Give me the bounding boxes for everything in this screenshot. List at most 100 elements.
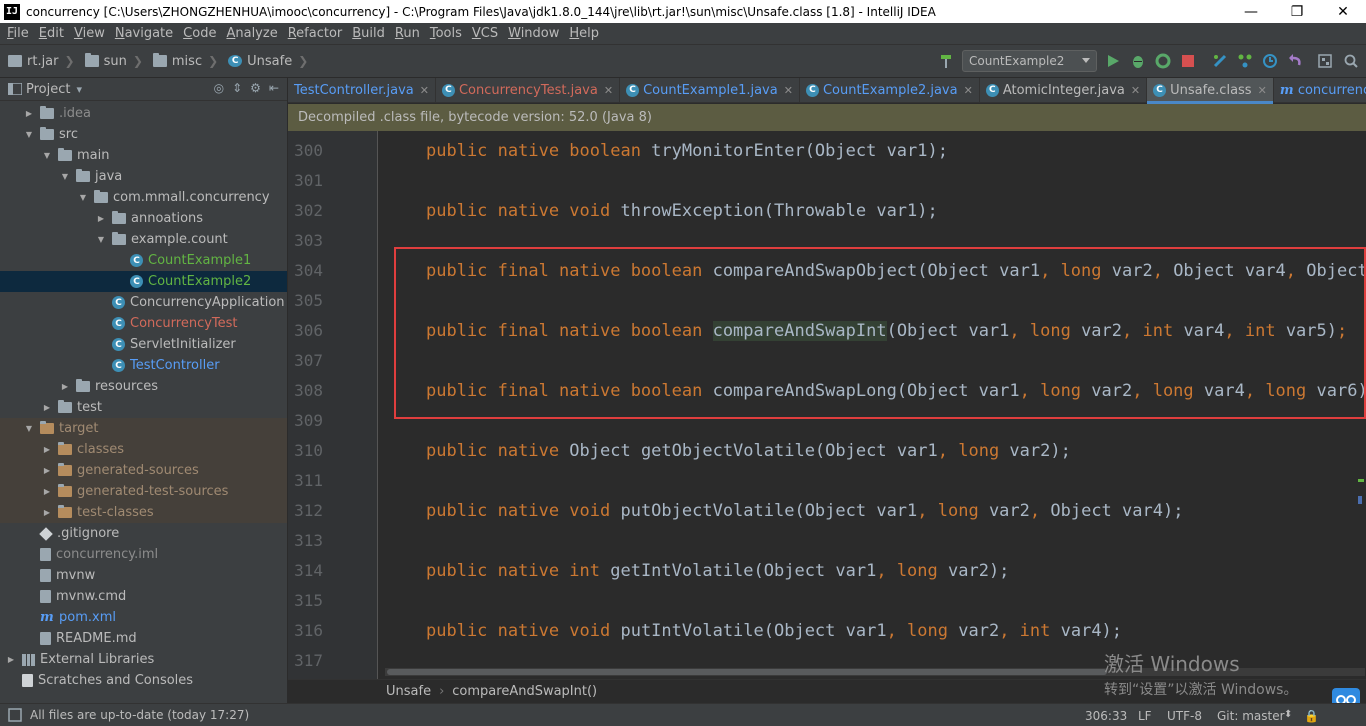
editor-crumb-method[interactable]: compareAndSwapInt() <box>452 684 597 699</box>
tree-item[interactable]: ▼ src <box>0 124 287 145</box>
tree-item[interactable]: ▼ com.mmall.concurrency <box>0 187 287 208</box>
vcs-history-icon[interactable] <box>1262 53 1278 69</box>
chevron-right-icon[interactable]: ▶ <box>42 487 52 496</box>
build-hammer-icon[interactable] <box>938 53 954 69</box>
breadcrumb-misc[interactable]: misc <box>152 53 202 69</box>
run-configuration-select[interactable]: CountExample2 <box>962 50 1097 72</box>
vcs-branch[interactable]: Git: master <box>1217 709 1285 723</box>
tree-item[interactable]: Scratches and Consoles <box>0 670 287 691</box>
file-encoding[interactable]: UTF-8 <box>1167 709 1202 723</box>
locate-target-icon[interactable]: ◎ <box>214 81 224 95</box>
caret-position[interactable]: 306:33 <box>1085 709 1127 723</box>
editor-crumb-class[interactable]: Unsafe <box>386 684 431 699</box>
menu-refactor[interactable]: Refactor <box>283 26 348 41</box>
menu-view[interactable]: View <box>69 26 110 41</box>
tab-testcontroller-java[interactable]: TestController.java ✕ <box>288 77 436 103</box>
chevron-down-icon[interactable]: ▼ <box>60 172 70 181</box>
menu-code[interactable]: Code <box>178 26 221 41</box>
tree-item[interactable]: C CountExample2 <box>0 271 287 292</box>
project-structure-icon[interactable] <box>1317 53 1333 69</box>
search-everywhere-icon[interactable] <box>1343 53 1359 69</box>
tree-item[interactable]: C ConcurrencyApplication <box>0 292 287 313</box>
revert-icon[interactable] <box>1287 53 1303 69</box>
maximize-button[interactable]: ❐ <box>1274 0 1320 23</box>
chevron-right-icon[interactable]: ▶ <box>42 508 52 517</box>
menu-file[interactable]: File <box>2 26 34 41</box>
gear-icon[interactable]: ⚙ <box>250 81 261 95</box>
breadcrumb-rt-jar[interactable]: rt.jar <box>8 54 59 69</box>
tab-unsafe-class[interactable]: C Unsafe.class ✕ <box>1147 77 1274 104</box>
menu-edit[interactable]: Edit <box>34 26 69 41</box>
menu-navigate[interactable]: Navigate <box>110 26 178 41</box>
tree-item[interactable]: ▶ generated-sources <box>0 460 287 481</box>
menu-run[interactable]: Run <box>390 26 425 41</box>
chevron-down-icon[interactable]: ▼ <box>24 130 34 139</box>
chevron-right-icon[interactable]: ▶ <box>6 655 16 664</box>
tree-item[interactable]: C ConcurrencyTest <box>0 313 287 334</box>
chevron-right-icon[interactable]: ▶ <box>24 109 34 118</box>
chevron-right-icon[interactable]: ▶ <box>96 214 106 223</box>
tree-item[interactable]: ▼ target <box>0 418 287 439</box>
tree-item[interactable]: ▶ classes <box>0 439 287 460</box>
close-icon[interactable]: ✕ <box>1131 84 1140 97</box>
tree-item[interactable]: ▶ generated-test-sources <box>0 481 287 502</box>
menu-tools[interactable]: Tools <box>425 26 467 41</box>
breadcrumb-unsafe[interactable]: C Unsafe <box>228 54 292 69</box>
chevron-right-icon[interactable]: ▶ <box>42 445 52 454</box>
chevron-down-icon[interactable]: ▼ <box>42 151 52 160</box>
line-separator[interactable]: LF <box>1138 709 1152 723</box>
menu-vcs[interactable]: VCS <box>467 26 503 41</box>
tree-item[interactable]: ▼ java <box>0 166 287 187</box>
project-panel-title[interactable]: Project <box>26 82 70 97</box>
close-icon[interactable]: ✕ <box>784 84 793 97</box>
tree-item[interactable]: ▼ example.count <box>0 229 287 250</box>
stop-icon[interactable] <box>1180 53 1196 69</box>
close-window-button[interactable]: ✕ <box>1320 0 1366 23</box>
tree-item[interactable]: ▶ .idea <box>0 103 287 124</box>
tree-item[interactable]: ▼ main <box>0 145 287 166</box>
code-editor[interactable]: 300 public native boolean tryMonitorEnter… <box>288 131 1366 679</box>
tab-countexample1-java[interactable]: C CountExample1.java ✕ <box>620 77 800 103</box>
tree-item[interactable]: ▶ annoations <box>0 208 287 229</box>
debug-icon[interactable] <box>1130 53 1146 69</box>
breadcrumb-sun[interactable]: sun <box>84 53 127 69</box>
coverage-icon[interactable] <box>1155 53 1171 69</box>
lock-icon[interactable]: 🔒 <box>1304 709 1319 723</box>
tree-item[interactable]: concurrency.iml <box>0 544 287 565</box>
vcs-update-icon[interactable] <box>1212 53 1228 69</box>
close-icon[interactable]: ✕ <box>964 84 973 97</box>
tree-item[interactable]: C TestController <box>0 355 287 376</box>
close-icon[interactable]: ✕ <box>420 84 429 97</box>
close-icon[interactable]: ✕ <box>1258 84 1267 97</box>
tab-concurrency[interactable]: mconcurrency <box>1274 78 1366 103</box>
tree-item[interactable]: mvnw.cmd <box>0 586 287 607</box>
menu-help[interactable]: Help <box>564 26 604 41</box>
menu-window[interactable]: Window <box>503 26 564 41</box>
tab-concurrencytest-java[interactable]: C ConcurrencyTest.java ✕ <box>436 77 621 103</box>
vcs-commit-icon[interactable] <box>1237 53 1253 69</box>
tab-atomicinteger-java[interactable]: C AtomicInteger.java ✕ <box>980 77 1148 103</box>
menu-analyze[interactable]: Analyze <box>221 26 282 41</box>
tool-windows-icon[interactable] <box>8 708 22 722</box>
chevron-down-icon[interactable]: ▾ <box>76 83 82 96</box>
tab-countexample2-java[interactable]: C CountExample2.java ✕ <box>800 77 980 103</box>
chevron-down-icon[interactable]: ▼ <box>78 193 88 202</box>
tree-item[interactable]: m pom.xml <box>0 607 287 628</box>
chevron-right-icon[interactable]: ▶ <box>42 466 52 475</box>
tree-item[interactable]: ▶ test-classes <box>0 502 287 523</box>
chevron-right-icon[interactable]: ▶ <box>42 403 52 412</box>
tree-item[interactable]: ▶ test <box>0 397 287 418</box>
chevron-down-icon[interactable]: ▼ <box>24 424 34 433</box>
tree-item[interactable]: C CountExample1 <box>0 250 287 271</box>
menu-build[interactable]: Build <box>347 26 390 41</box>
tree-item[interactable]: C ServletInitializer <box>0 334 287 355</box>
chevron-down-icon[interactable]: ▼ <box>96 235 106 244</box>
minimize-button[interactable]: — <box>1228 0 1274 23</box>
tree-item[interactable]: mvnw <box>0 565 287 586</box>
collapse-all-icon[interactable]: ⇕ <box>232 81 242 95</box>
close-icon[interactable]: ✕ <box>604 84 613 97</box>
scrollbar-thumb[interactable] <box>387 669 1107 675</box>
tree-item[interactable]: ▶ resources <box>0 376 287 397</box>
chevron-right-icon[interactable]: ▶ <box>60 382 70 391</box>
hide-panel-icon[interactable]: ⇤ <box>269 81 279 95</box>
